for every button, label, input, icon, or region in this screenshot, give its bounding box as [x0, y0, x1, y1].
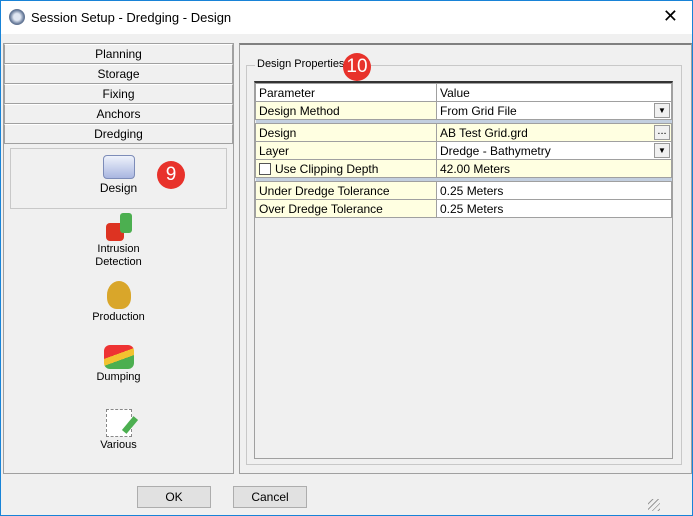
use-clipping-depth-checkbox[interactable]	[259, 162, 271, 175]
under-dredge-tolerance-value[interactable]: 0.25 Meters	[436, 181, 672, 200]
design-file-field[interactable]: AB Test Grid.grd...	[436, 123, 672, 142]
value-text: AB Test Grid.grd	[440, 125, 528, 140]
step-badge-9: 9	[157, 161, 185, 189]
param-name: Over Dredge Tolerance	[255, 199, 437, 218]
window-title: Session Setup - Dredging - Design	[31, 10, 232, 25]
design-properties-group: Design Properties 10 Parameter Value Desi…	[246, 53, 682, 465]
tool-label: Dumping	[96, 371, 141, 383]
dumping-icon	[103, 345, 134, 369]
money-bag-icon	[106, 281, 131, 309]
chevron-down-icon[interactable]: ▼	[654, 103, 670, 118]
resize-grip-icon[interactable]	[648, 499, 660, 511]
value-text: From Grid File	[440, 103, 517, 118]
tool-production[interactable]: Production	[4, 281, 233, 345]
layer-select[interactable]: Dredge - Bathymetry ▼	[436, 141, 672, 160]
param-name: Under Dredge Tolerance	[255, 181, 437, 200]
value-text: Dredge - Bathymetry	[440, 143, 551, 158]
notepad-pencil-icon	[105, 409, 138, 437]
tab-storage[interactable]: Storage	[4, 64, 233, 84]
table-row: Use Clipping Depth 42.00 Meters	[255, 159, 672, 178]
param-name: Layer	[255, 141, 437, 160]
property-grid: Parameter Value Design Method From Grid Fi…	[254, 81, 673, 459]
clipping-depth-value[interactable]: 42.00 Meters	[436, 159, 672, 178]
stop-sign-icon	[104, 213, 134, 241]
column-header-value: Value	[436, 83, 672, 102]
tool-dumping[interactable]: Dumping	[4, 345, 233, 409]
step-badge-10: 10	[343, 53, 371, 81]
tab-dredging[interactable]: Dredging	[4, 124, 233, 144]
browse-button[interactable]: ...	[654, 125, 670, 140]
tool-label: Production	[92, 311, 145, 323]
navigation-panel: Planning Storage Fixing Anchors Dredging…	[3, 43, 234, 474]
app-gear-icon	[9, 9, 25, 25]
table-row: Layer Dredge - Bathymetry ▼	[255, 141, 672, 160]
cancel-button[interactable]: Cancel	[233, 486, 307, 508]
close-button[interactable]: ✕	[663, 6, 678, 27]
tool-label: Intrusion Detection	[95, 243, 142, 268]
table-row: Over Dredge Tolerance 0.25 Meters	[255, 199, 672, 218]
group-title: Design Properties	[255, 58, 347, 70]
table-row: Design Method From Grid File ▼	[255, 101, 672, 120]
chevron-down-icon[interactable]: ▼	[654, 143, 670, 158]
over-dredge-tolerance-value[interactable]: 0.25 Meters	[436, 199, 672, 218]
tool-label: Design	[99, 181, 138, 195]
tab-anchors[interactable]: Anchors	[4, 104, 233, 124]
column-header-parameter: Parameter	[255, 83, 437, 102]
tool-label: Various	[100, 439, 137, 451]
tab-planning[interactable]: Planning	[4, 44, 233, 64]
tool-design[interactable]: Design 9	[10, 148, 227, 209]
design-method-select[interactable]: From Grid File ▼	[436, 101, 672, 120]
param-name: Design	[255, 123, 437, 142]
param-name: Design Method	[255, 101, 437, 120]
table-row: Under Dredge Tolerance 0.25 Meters	[255, 181, 672, 200]
param-name: Use Clipping Depth	[275, 161, 379, 176]
tool-intrusion-detection[interactable]: Intrusion Detection	[4, 213, 233, 277]
ok-button[interactable]: OK	[137, 486, 211, 508]
table-row: Design AB Test Grid.grd...	[255, 123, 672, 142]
design-box-icon	[102, 155, 135, 179]
tab-fixing[interactable]: Fixing	[4, 84, 233, 104]
clipping-depth-param: Use Clipping Depth	[255, 159, 437, 178]
title-bar: Session Setup - Dredging - Design ✕	[1, 1, 692, 34]
properties-panel: Design Properties 10 Parameter Value Desi…	[239, 43, 692, 474]
tool-various[interactable]: Various	[4, 409, 233, 473]
